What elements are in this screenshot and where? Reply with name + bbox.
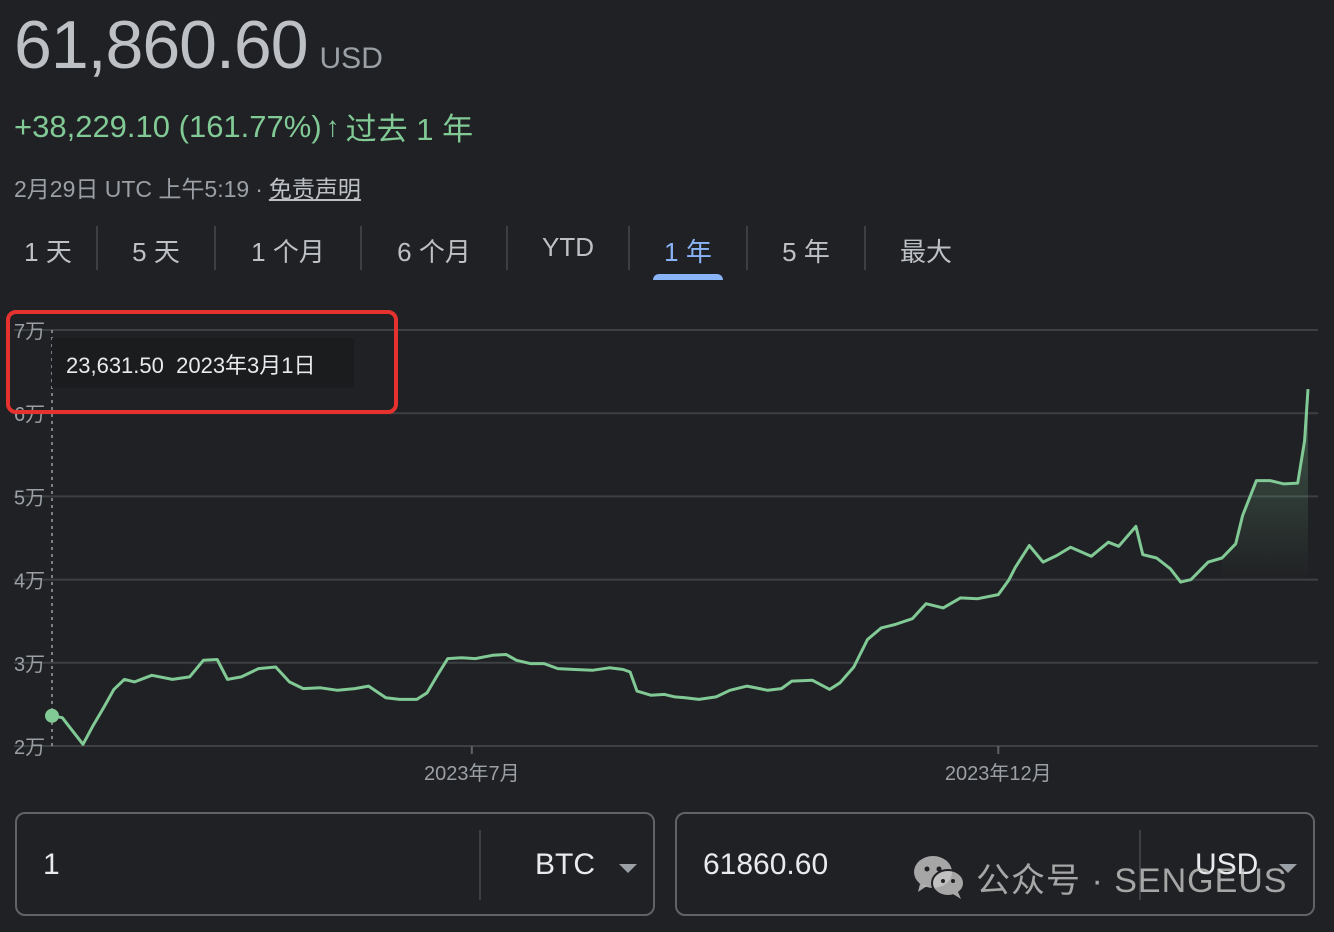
- arrow-up-icon: ↑: [325, 110, 340, 142]
- watermark: 公众号 · SENGEUS: [912, 852, 1287, 902]
- tab-label: YTD: [542, 232, 594, 262]
- price-display: 61,860.60 USD: [14, 6, 383, 84]
- active-tab-indicator: [653, 274, 723, 280]
- tab-ytd[interactable]: YTD: [508, 222, 628, 282]
- from-amount[interactable]: 1: [43, 848, 60, 882]
- y-tick-label: 4万: [14, 571, 45, 593]
- tab-max[interactable]: 最大: [866, 222, 986, 282]
- timestamp-line: 2月29日 UTC 上午5:19 · 免责声明: [14, 170, 361, 204]
- tab-5-day[interactable]: 5 天: [98, 222, 214, 282]
- hover-point: [45, 708, 59, 723]
- tab-label: 1 天: [24, 237, 72, 267]
- separator: ·: [255, 176, 263, 202]
- tab-label: 1 个月: [251, 237, 325, 267]
- watermark-text: 公众号 · SENGEUS: [976, 861, 1288, 900]
- tab-6-month[interactable]: 6 个月: [362, 222, 506, 282]
- y-tick-label: 2万: [14, 737, 45, 759]
- wechat-icon: [914, 856, 965, 899]
- change-period: 过去 1 年: [345, 112, 474, 147]
- tab-label: 5 年: [782, 237, 830, 267]
- field-divider: [479, 830, 481, 900]
- from-currency-field[interactable]: 1 BTC: [15, 812, 655, 916]
- tab-label: 5 天: [132, 237, 180, 267]
- x-tick-label: 2023年7月: [424, 762, 520, 785]
- tab-1-day[interactable]: 1 天: [0, 222, 96, 282]
- to-amount[interactable]: 61860.60: [703, 848, 828, 882]
- from-currency-select[interactable]: BTC: [535, 848, 595, 882]
- time-range-tabs: 1 天 5 天 1 个月 6 个月 YTD 1 年 5 年 最大: [0, 222, 986, 282]
- timestamp: 2月29日 UTC 上午5:19: [14, 176, 250, 202]
- tab-label: 6 个月: [397, 237, 471, 267]
- x-tick-label: 2023年12月: [945, 762, 1052, 785]
- tab-label: 最大: [899, 237, 952, 267]
- dropdown-caret-icon[interactable]: [619, 864, 637, 873]
- annotation-highlight-box: [6, 310, 398, 414]
- tab-1-year[interactable]: 1 年: [630, 222, 746, 282]
- y-tick-label: 3万: [14, 654, 45, 676]
- tab-label: 1 年: [664, 237, 712, 267]
- price-change: +38,229.10 (161.77%) ↑ 过去 1 年: [14, 104, 473, 149]
- tab-1-month[interactable]: 1 个月: [216, 222, 360, 282]
- tab-5-year[interactable]: 5 年: [748, 222, 864, 282]
- disclaimer-link[interactable]: 免责声明: [269, 176, 361, 202]
- price-line: [51, 389, 1310, 746]
- change-amount: +38,229.10 (161.77%): [14, 108, 322, 144]
- y-tick-label: 5万: [14, 487, 45, 509]
- price-value: 61,860.60: [14, 7, 309, 83]
- price-unit: USD: [319, 42, 383, 75]
